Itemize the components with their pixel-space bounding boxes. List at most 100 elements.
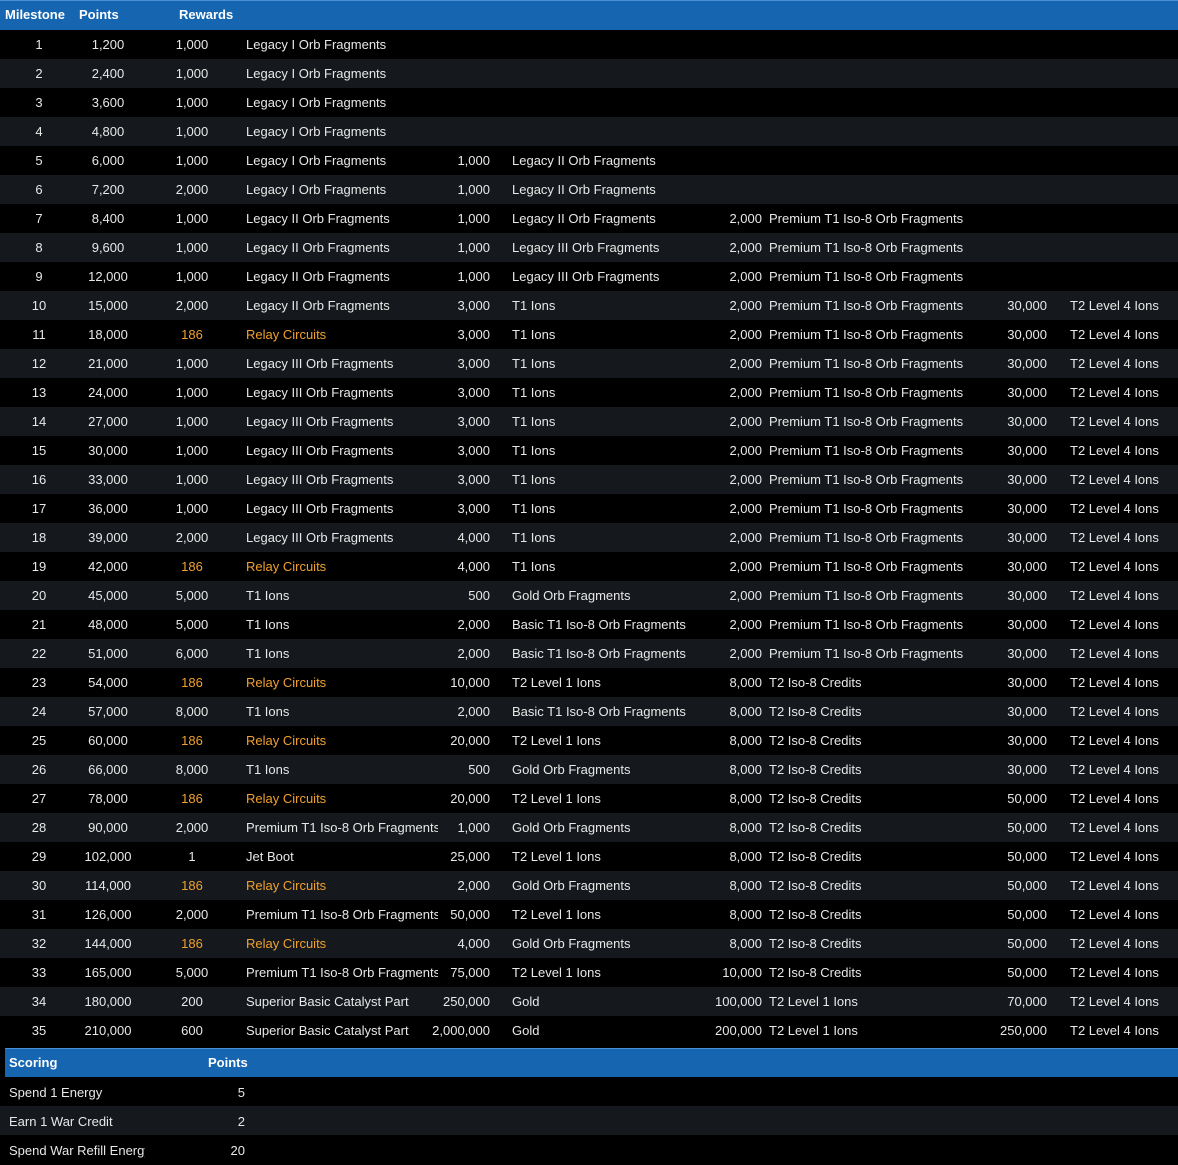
table-row: 8 9,600 1,000 Legacy II Orb Fragments 1,000 L… [0, 233, 1178, 262]
reward-quantity: 3,000 [457, 414, 490, 429]
reward-quantity: 2,000 [729, 327, 762, 342]
milestone-number: 17 [31, 501, 47, 516]
reward-quantity: 1,000 [175, 124, 209, 139]
reward-name: T2 Level 4 Ions [1070, 530, 1159, 545]
reward-quantity: 1,000 [175, 501, 209, 516]
milestone-number: 30 [31, 878, 47, 893]
milestone-points: 102,000 [84, 849, 132, 864]
milestone-number: 2 [35, 66, 43, 81]
reward-name: Legacy I Orb Fragments [246, 182, 387, 197]
scoring-row: Spend 1 Energy 5 [0, 1077, 1178, 1106]
milestone-points: 42,000 [88, 559, 128, 574]
reward-name: Legacy II Orb Fragments [246, 240, 390, 255]
reward-name: Legacy II Orb Fragments [246, 298, 390, 313]
reward-name: T2 Level 1 Ions [769, 1023, 858, 1038]
reward-quantity: 30,000 [1007, 617, 1047, 632]
reward-name: T1 Ions [512, 414, 556, 429]
reward-quantity: 186 [181, 675, 203, 690]
reward-name: T2 Level 4 Ions [1070, 617, 1159, 632]
reward-name: T2 Level 4 Ions [1070, 820, 1159, 835]
milestone-number: 29 [31, 849, 47, 864]
reward-name: T2 Level 4 Ions [1070, 965, 1159, 980]
reward-name: T2 Level 4 Ions [1070, 994, 1159, 1009]
reward-quantity: 2,000 [729, 240, 762, 255]
reward-name: T1 Ions [512, 530, 556, 545]
reward-quantity: 75,000 [450, 965, 490, 980]
reward-quantity: 8,000 [729, 907, 762, 922]
reward-name: Basic T1 Iso-8 Orb Fragments [512, 704, 686, 719]
reward-quantity: 1,000 [175, 414, 209, 429]
reward-name: Superior Basic Catalyst Part [246, 994, 409, 1009]
milestone-number: 19 [31, 559, 47, 574]
reward-name: Gold Orb Fragments [512, 936, 631, 951]
milestone-number: 4 [35, 124, 43, 139]
reward-name: T2 Level 4 Ions [1070, 356, 1159, 371]
reward-name: T2 Level 4 Ions [1070, 907, 1159, 922]
reward-name: Legacy III Orb Fragments [246, 414, 394, 429]
milestone-points: 45,000 [88, 588, 128, 603]
reward-quantity: 50,000 [450, 907, 490, 922]
milestone-points: 54,000 [88, 675, 128, 690]
reward-name: Legacy I Orb Fragments [246, 66, 387, 81]
reward-quantity: 2,000 [729, 617, 762, 632]
reward-quantity: 2,000 [457, 646, 490, 661]
milestones-header: Milestone Points Rewards [0, 0, 1178, 30]
reward-quantity: 8,000 [729, 820, 762, 835]
reward-name: Legacy III Orb Fragments [246, 356, 394, 371]
milestone-points: 66,000 [88, 762, 128, 777]
reward-name: T1 Ions [512, 559, 556, 574]
reward-name: T1 Ions [246, 588, 290, 603]
reward-quantity: 50,000 [1007, 878, 1047, 893]
milestone-number: 22 [31, 646, 47, 661]
reward-quantity: 3,000 [457, 443, 490, 458]
reward-name: T1 Ions [512, 385, 556, 400]
reward-quantity: 2,000 [729, 501, 762, 516]
reward-quantity: 3,000 [457, 385, 490, 400]
reward-quantity: 2,000 [729, 298, 762, 313]
reward-quantity: 1,000 [175, 37, 209, 52]
milestone-number: 3 [35, 95, 43, 110]
reward-quantity: 1,000 [457, 182, 490, 197]
milestone-points: 2,400 [91, 66, 125, 81]
reward-name: Gold Orb Fragments [512, 878, 631, 893]
reward-name: T2 Level 4 Ions [1070, 443, 1159, 458]
reward-name: T2 Level 4 Ions [1070, 414, 1159, 429]
table-row: 34 180,000 200 Superior Basic Catalyst Part… [0, 987, 1178, 1016]
milestone-points: 48,000 [88, 617, 128, 632]
table-row: 12 21,000 1,000 Legacy III Orb Fragments 3,0… [0, 349, 1178, 378]
reward-quantity: 3,000 [457, 472, 490, 487]
reward-name: T1 Ions [512, 443, 556, 458]
reward-quantity: 8,000 [729, 704, 762, 719]
reward-quantity: 8,000 [729, 733, 762, 748]
milestone-number: 18 [31, 530, 47, 545]
reward-name: T2 Level 1 Ions [769, 994, 858, 1009]
table-row: 26 66,000 8,000 T1 Ions 500 Gold Orb Fragment… [0, 755, 1178, 784]
milestone-number: 27 [31, 791, 47, 806]
reward-quantity: 1,000 [175, 356, 209, 371]
table-row: 30 114,000 186 Relay Circuits 2,000 Gold Orb … [0, 871, 1178, 900]
reward-quantity: 8,000 [729, 878, 762, 893]
reward-quantity: 20,000 [450, 791, 490, 806]
table-row: 15 30,000 1,000 Legacy III Orb Fragments 3,0… [0, 436, 1178, 465]
reward-quantity: 186 [181, 327, 203, 342]
reward-quantity: 186 [181, 791, 203, 806]
table-row: 9 12,000 1,000 Legacy II Orb Fragments 1,000… [0, 262, 1178, 291]
reward-quantity: 2,000 [729, 269, 762, 284]
milestone-number: 20 [31, 588, 47, 603]
scoring-points: 2 [237, 1114, 245, 1129]
milestone-points: 114,000 [84, 878, 132, 893]
reward-quantity: 4,000 [457, 936, 490, 951]
reward-quantity: 250,000 [443, 994, 490, 1009]
reward-quantity: 8,000 [175, 704, 209, 719]
reward-quantity: 1,000 [175, 472, 209, 487]
reward-quantity: 1,000 [175, 211, 209, 226]
reward-quantity: 2,000 [729, 588, 762, 603]
milestone-points: 8,400 [91, 211, 125, 226]
reward-name: T2 Iso-8 Credits [769, 791, 862, 806]
reward-name: T2 Level 4 Ions [1070, 936, 1159, 951]
milestone-points: 9,600 [91, 240, 125, 255]
reward-name: T2 Level 4 Ions [1070, 646, 1159, 661]
milestone-number: 12 [31, 356, 47, 371]
reward-quantity: 30,000 [1007, 414, 1047, 429]
milestone-points: 60,000 [88, 733, 128, 748]
